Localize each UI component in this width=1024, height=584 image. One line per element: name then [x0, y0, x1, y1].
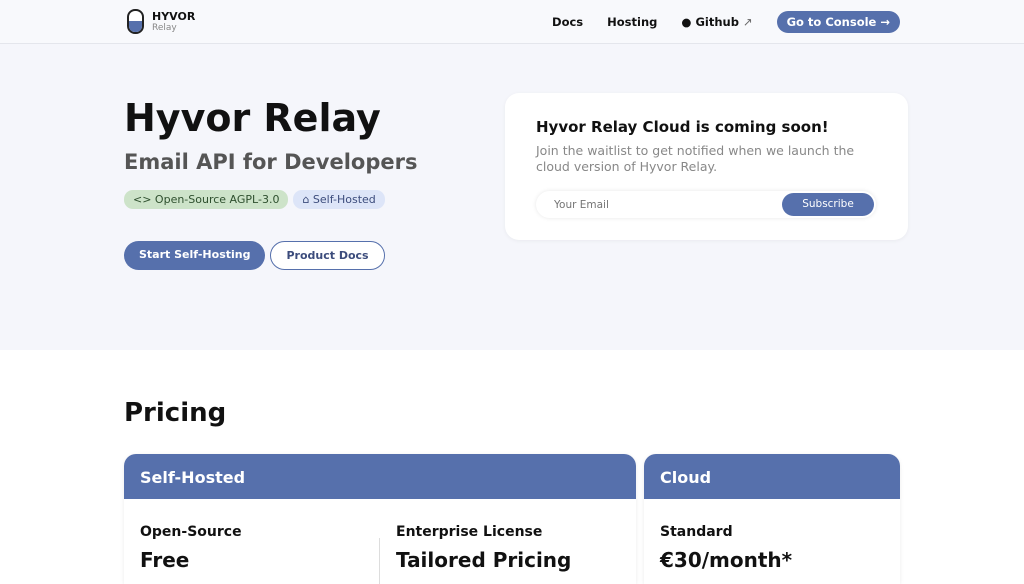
header: HYVOR Relay Docs Hosting ● Github ↗ Go to…: [0, 0, 1024, 44]
email-input[interactable]: [536, 191, 776, 218]
plan-name: Open-Source: [140, 524, 242, 540]
cloud-header: Cloud: [644, 454, 900, 499]
nav-github[interactable]: ● Github ↗: [681, 15, 752, 29]
self-hosted-card: Self-Hosted Open-Source Free Enterprise L…: [124, 454, 636, 584]
cloud-card: Cloud Standard €30/month*: [644, 454, 900, 584]
waitlist-card: Hyvor Relay Cloud is coming soon! Join t…: [505, 93, 908, 240]
nav-docs[interactable]: Docs: [552, 15, 583, 29]
nav-hosting[interactable]: Hosting: [607, 15, 657, 29]
waitlist-title: Hyvor Relay Cloud is coming soon!: [536, 118, 829, 136]
plan-name: Standard: [660, 524, 733, 540]
plan-price: Free: [140, 548, 190, 572]
external-link-icon: ↗: [742, 15, 753, 29]
start-self-hosting-button[interactable]: Start Self-Hosting: [124, 241, 266, 270]
page-title: Hyvor Relay: [124, 96, 381, 140]
hero: Hyvor Relay Email API for Developers <> …: [0, 44, 1024, 350]
nav: Docs Hosting ● Github ↗ Go to Console →: [528, 11, 900, 33]
self-hosted-badge: ⌂ Self-Hosted: [293, 190, 385, 209]
go-to-console-button[interactable]: Go to Console →: [776, 11, 900, 33]
pricing-title: Pricing: [124, 398, 227, 428]
brand-name: HYVOR: [152, 9, 196, 23]
logo[interactable]: HYVOR Relay: [127, 9, 195, 34]
subscribe-button[interactable]: Subscribe: [782, 193, 874, 216]
github-icon: ●: [681, 15, 692, 29]
divider: [379, 538, 380, 584]
waitlist-text: Join the waitlist to get notified when w…: [536, 143, 855, 174]
logo-icon: [127, 9, 144, 34]
subtitle: Email API for Developers: [124, 150, 418, 174]
plan-name: Enterprise License: [396, 524, 543, 540]
license-badge: <> Open-Source AGPL-3.0: [124, 190, 289, 209]
plan-price: Tailored Pricing: [396, 548, 572, 572]
product-docs-button[interactable]: Product Docs: [270, 241, 385, 270]
self-hosted-header: Self-Hosted: [124, 454, 636, 499]
plan-price: €30/month*: [660, 548, 793, 572]
product-name: Relay: [152, 22, 177, 33]
